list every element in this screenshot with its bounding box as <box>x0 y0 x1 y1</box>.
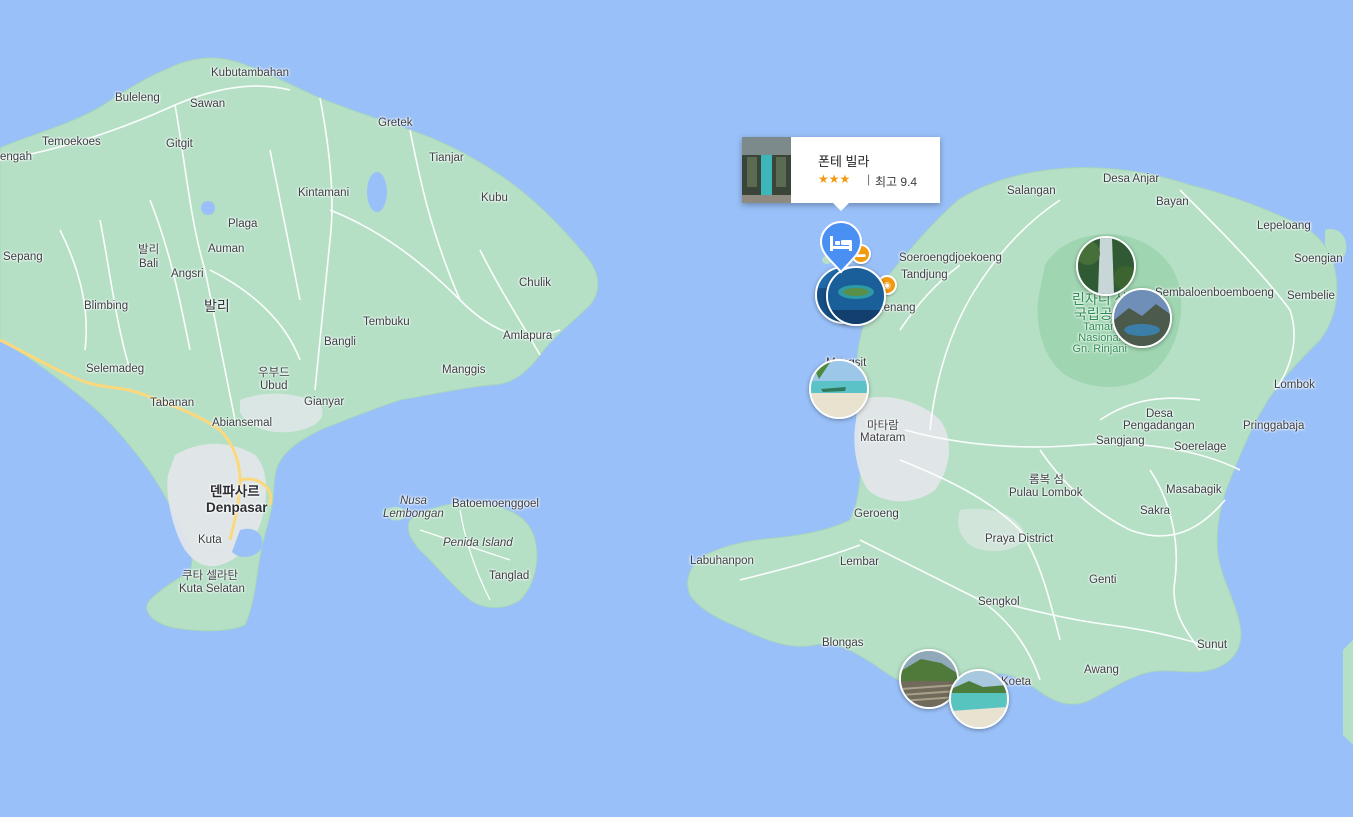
label-kintamani: Kintamani <box>298 187 350 199</box>
label-salangan: Salangan <box>1007 185 1056 197</box>
label-auman: Auman <box>208 243 245 255</box>
tanjung-aan-photo-image <box>951 671 1007 727</box>
label-ubud-en: Ubud <box>260 380 288 392</box>
label-batoemoenggoel: Batoemoenggoel <box>452 498 539 510</box>
label-masabagik: Masabagik <box>1166 484 1222 496</box>
waterfall-photo[interactable] <box>1076 236 1136 296</box>
label-awang: Awang <box>1084 664 1119 676</box>
label-tabanan: Tabanan <box>150 397 195 409</box>
label-denpasar-ko: 덴파사르 <box>210 484 260 499</box>
label-tandjung: Tandjung <box>901 269 948 281</box>
label-sembelie: Sembelie <box>1287 290 1335 302</box>
label-soerelage: Soerelage <box>1174 441 1227 453</box>
tanjung-aan-photo[interactable] <box>949 669 1009 729</box>
label-gianyar: Gianyar <box>304 396 345 408</box>
label-lombok-east: Lombok <box>1274 379 1315 391</box>
hotel-thumbnail-image <box>742 137 791 203</box>
label-kuta-selatan-ko: 쿠타 셀라탄 <box>182 570 239 582</box>
waterfall-photo-image <box>1078 238 1134 294</box>
label-genti: Genti <box>1089 574 1117 586</box>
label-denpasar-en: Denpasar <box>206 500 268 515</box>
lake-bratan <box>201 201 215 215</box>
label-lembongan: Lembongan <box>383 508 444 520</box>
label-plaga: Plaga <box>228 218 258 230</box>
label-desa-anjar: Desa Anjar <box>1103 173 1160 185</box>
map-canvas[interactable]: Kubutambahan Buleleng Sawan Temoekoes Gi… <box>0 0 1353 817</box>
label-temoekoes: Temoekoes <box>42 136 101 148</box>
label-bangli: Bangli <box>324 336 356 348</box>
label-blimbing: Blimbing <box>84 300 129 312</box>
label-mataram-en: Mataram <box>860 432 906 444</box>
label-sunut: Sunut <box>1197 639 1228 651</box>
label-tembuku: Tembuku <box>363 316 410 328</box>
label-kubu: Kubu <box>481 192 508 204</box>
label-amlapura: Amlapura <box>503 330 553 342</box>
beach-photo[interactable] <box>809 359 869 419</box>
label-tanglad: Tanglad <box>489 570 530 582</box>
label-lepeloang: Lepeloang <box>1257 220 1311 232</box>
label-sawan: Sawan <box>190 98 226 110</box>
hotel-stars: ★★★ <box>818 172 851 186</box>
label-lombok-ko: 롬복 섬 <box>1029 474 1064 486</box>
label-sangjang: Sangjang <box>1096 435 1145 447</box>
label-bali-ko: 발리 <box>138 244 160 256</box>
rinjani-crater-photo[interactable] <box>1112 288 1172 348</box>
label-bayan: Bayan <box>1156 196 1189 208</box>
label-selemadeg: Selemadeg <box>86 363 145 375</box>
label-nusa: Nusa <box>400 495 427 507</box>
label-kubutambahan: Kubutambahan <box>211 67 290 79</box>
label-lembar: Lembar <box>840 556 879 568</box>
label-abiansemal: Abiansemal <box>212 417 273 429</box>
hotel-separator: | <box>867 172 871 186</box>
label-sepang: Sepang <box>3 251 43 263</box>
label-tianjar: Tianjar <box>429 152 464 164</box>
label-manggis: Manggis <box>442 364 486 376</box>
hotel-name: 폰테 빌라 <box>818 154 870 169</box>
label-bali-big: 발리 <box>204 298 230 314</box>
label-buleleng: Buleleng <box>115 92 160 104</box>
label-bali-en: Bali <box>139 258 159 270</box>
label-praya-district: Praya District <box>985 533 1054 545</box>
hotel-thumbnail <box>742 137 791 203</box>
label-soengian: Soengian <box>1294 253 1343 265</box>
label-desa-pengadangan-2: Pengadangan <box>1123 420 1195 432</box>
label-chulik: Chulik <box>519 277 551 289</box>
lombok-landmass <box>687 167 1338 705</box>
label-soeroengdjoekoeng: Soeroengdjoekoeng <box>899 252 1002 264</box>
label-kuta: Kuta <box>198 534 222 546</box>
gili-island-photo-2-image <box>828 268 884 324</box>
label-kuta-selatan-en: Kuta Selatan <box>179 583 245 595</box>
label-geroeng: Geroeng <box>854 508 899 520</box>
label-angsri: Angsri <box>171 268 204 280</box>
label-gretek: Gretek <box>378 117 413 129</box>
label-penida-island: Penida Island <box>443 537 513 549</box>
hotel-pin[interactable] <box>819 220 863 274</box>
lake-batur <box>367 172 387 212</box>
gili-island-photo-2[interactable] <box>826 266 886 326</box>
label-blongas: Blongas <box>822 637 864 649</box>
hotel-score: 최고 9.4 <box>875 175 918 189</box>
label-gitgit: Gitgit <box>166 138 193 150</box>
bed-icon <box>819 220 863 274</box>
rinjani-crater-photo-image <box>1114 290 1170 346</box>
label-sakra: Sakra <box>1140 505 1171 517</box>
label-engah: engah <box>0 151 32 163</box>
label-sengkol: Sengkol <box>978 596 1020 608</box>
hotel-info-popup[interactable]: 폰테 빌라 ★★★ | 최고 9.4 <box>742 137 940 211</box>
beach-photo-image <box>811 361 867 417</box>
sumbawa-edge <box>1343 640 1353 745</box>
label-lombok-en: Pulau Lombok <box>1009 487 1083 499</box>
label-labuhanpon: Labuhanpon <box>690 555 754 567</box>
label-sembaloenboemboeng: Sembaloenboemboeng <box>1155 287 1274 299</box>
label-pringgabaja: Pringgabaja <box>1243 420 1305 432</box>
label-ubud-ko: 우부드 <box>258 367 290 379</box>
